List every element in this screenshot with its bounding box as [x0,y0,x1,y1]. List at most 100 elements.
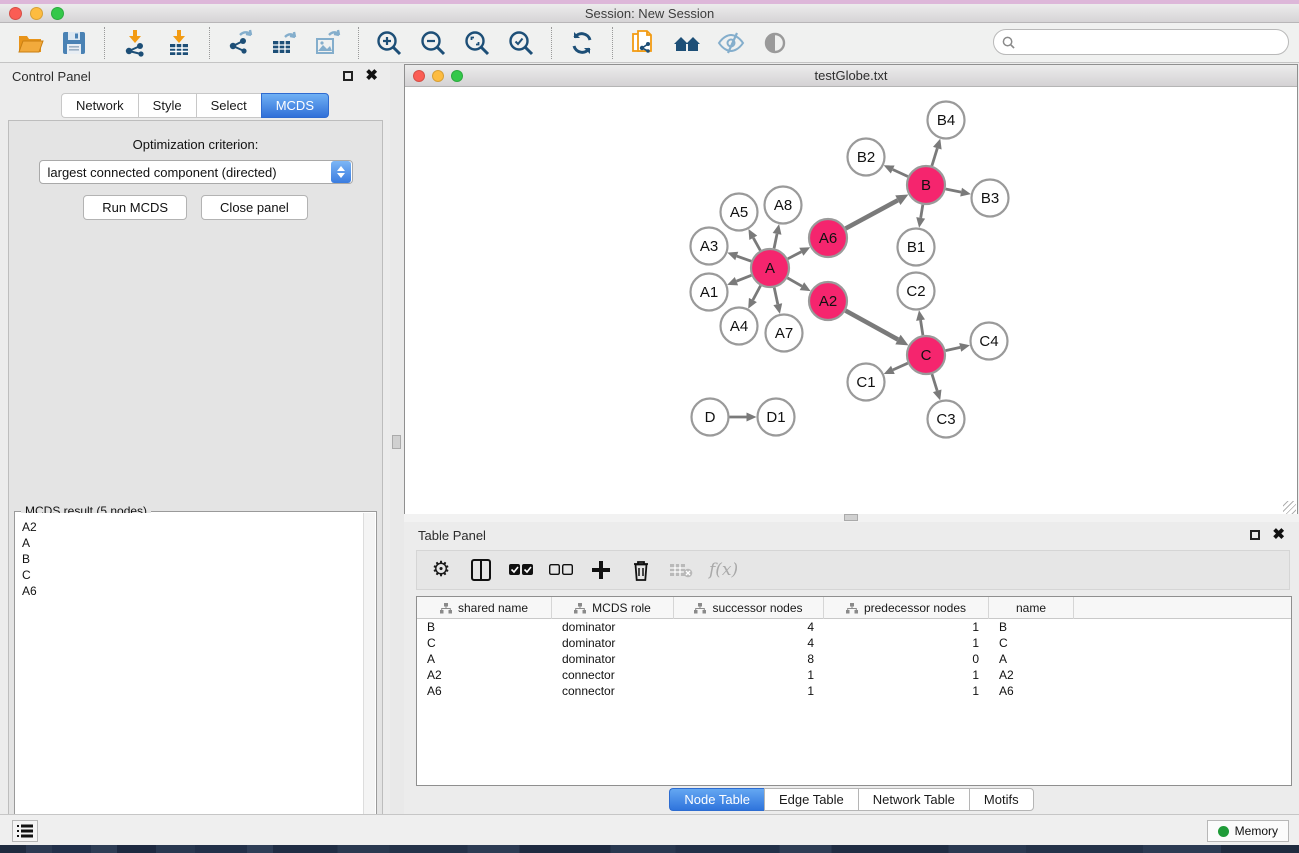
delete-column-icon[interactable] [629,558,653,582]
horizontal-splitter[interactable] [404,514,1299,522]
edge-A-A6[interactable] [788,252,802,259]
edge-B-B4[interactable] [932,148,937,166]
add-column-icon[interactable] [589,558,613,582]
zoom-fit-icon[interactable] [462,28,492,58]
edge-A-A5[interactable] [753,238,760,251]
mcds-result-scrollbar[interactable] [363,513,375,853]
edge-C-C2[interactable] [921,320,923,335]
criterion-dropdown[interactable]: largest connected component (directed) [39,160,353,184]
tab-network-table[interactable]: Network Table [858,788,969,811]
close-table-panel-icon[interactable]: ✖ [1272,530,1285,540]
search-icon [1002,36,1015,49]
edge-A6-B[interactable] [846,200,898,228]
mcds-result-item[interactable]: C [22,567,375,583]
run-mcds-button[interactable]: Run MCDS [83,195,187,220]
edge-B-B1[interactable] [921,205,923,218]
mcds-result-item[interactable]: B [22,551,375,567]
table-cell: 1 [824,683,989,699]
zoom-in-icon[interactable] [374,28,404,58]
edge-A-A7[interactable] [774,288,778,305]
edge-C-C3[interactable] [932,374,937,391]
edge-C-C1[interactable] [893,363,908,370]
delete-table-icon[interactable] [669,558,693,582]
mcds-result-item[interactable]: A2 [22,519,375,535]
tab-mcds[interactable]: MCDS [261,93,329,118]
task-history-button[interactable] [12,820,38,842]
column-header-name[interactable]: name [989,597,1074,619]
import-table-icon[interactable] [164,28,194,58]
save-session-icon[interactable] [59,28,89,58]
tab-motifs[interactable]: Motifs [969,788,1034,811]
session-titlebar[interactable]: Session: New Session [0,4,1299,23]
column-layout-icon[interactable] [469,558,493,582]
memory-button[interactable]: Memory [1207,820,1289,842]
splitter-grip[interactable] [844,514,858,521]
table-panel: Table Panel ✖ ⚙ f(x) [404,522,1299,814]
export-image-icon[interactable] [313,28,343,58]
arrowhead-icon [960,188,971,197]
show-graphics-icon[interactable] [760,28,790,58]
edge-C-C4[interactable] [946,347,961,350]
network-canvas[interactable]: B4B2BB3A5A8A6B1A3AC2A1A2A4A7C4CC1C3DD1 [405,87,1297,515]
function-builder-button[interactable]: f(x) [709,560,738,580]
table-row[interactable]: Cdominator41C [417,635,1291,651]
column-header-shared-name[interactable]: shared name [417,597,552,619]
tab-style[interactable]: Style [138,93,196,118]
float-table-panel-icon[interactable] [1250,530,1260,540]
edge-A-A4[interactable] [753,286,761,300]
desktop-background-strip [0,845,1299,853]
export-table-icon[interactable] [269,28,299,58]
deselect-all-columns-icon[interactable] [549,558,573,582]
import-network-icon[interactable] [120,28,150,58]
network-graph[interactable]: B4B2BB3A5A8A6B1A3AC2A1A2A4A7C4CC1C3DD1 [405,87,1297,515]
table-settings-icon[interactable]: ⚙ [429,558,453,582]
export-network-icon[interactable] [225,28,255,58]
refresh-icon[interactable] [567,28,597,58]
column-header-MCDS-role[interactable]: MCDS role [552,597,674,619]
table-row[interactable]: A2connector11A2 [417,667,1291,683]
tab-network[interactable]: Network [61,93,138,118]
resize-grip-icon[interactable] [1283,501,1296,514]
vertical-splitter[interactable] [390,63,404,814]
float-panel-icon[interactable] [343,71,353,81]
node-label: A6 [819,230,837,247]
tab-edge-table[interactable]: Edge Table [764,788,858,811]
column-tree-icon [694,603,706,614]
splitter-grip[interactable] [392,435,401,449]
tab-select[interactable]: Select [196,93,261,118]
tab-node-table[interactable]: Node Table [669,788,764,811]
network-window-titlebar[interactable]: testGlobe.txt [405,65,1297,87]
hide-graphics-icon[interactable] [716,28,746,58]
edge-A2-C[interactable] [846,311,898,340]
table-cell: 1 [674,667,824,683]
mcds-result-list[interactable]: A2ABCA6 [16,513,375,853]
edge-A-A3[interactable] [737,256,751,261]
close-panel-button[interactable]: Close panel [201,195,308,220]
table-cell: B [417,619,552,635]
table-row[interactable]: Bdominator41B [417,619,1291,635]
edge-A-A2[interactable] [787,278,802,286]
node-label: B2 [857,149,875,166]
arrowhead-icon [916,310,925,321]
column-header-label: successor nodes [712,601,802,615]
column-header-successor-nodes[interactable]: successor nodes [674,597,824,619]
table-row[interactable]: A6connector11A6 [417,683,1291,699]
edge-B-B3[interactable] [946,189,961,192]
edge-A-A8[interactable] [774,234,777,249]
column-header-predecessor-nodes[interactable]: predecessor nodes [824,597,989,619]
open-session-icon[interactable] [15,28,45,58]
table-row[interactable]: Adominator80A [417,651,1291,667]
edge-A-A1[interactable] [736,275,751,281]
copy-network-icon[interactable] [628,28,658,58]
select-all-columns-icon[interactable] [509,558,533,582]
zoom-out-icon[interactable] [418,28,448,58]
edge-B-B2[interactable] [893,169,908,176]
search-input[interactable] [1020,35,1280,49]
mcds-result-item[interactable]: A [22,535,375,551]
mcds-result-item[interactable]: A6 [22,583,375,599]
close-panel-icon[interactable]: ✖ [365,71,378,81]
search-field[interactable] [993,29,1289,55]
node-attribute-table[interactable]: shared nameMCDS role successor nodes prede… [416,596,1292,786]
home-view-icon[interactable] [672,28,702,58]
zoom-selected-icon[interactable] [506,28,536,58]
